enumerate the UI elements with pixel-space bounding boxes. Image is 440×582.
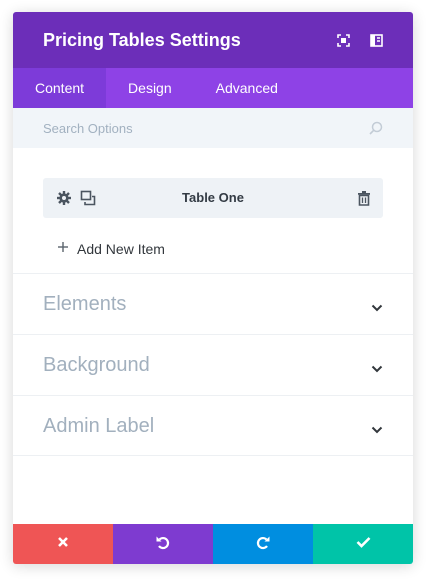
tab-content[interactable]: Content (13, 68, 107, 108)
trash-icon[interactable] (357, 190, 371, 211)
add-new-item-label: Add New Item (77, 241, 165, 257)
cancel-button[interactable] (13, 524, 113, 564)
section-admin-label[interactable]: Admin Label (13, 395, 413, 456)
section-elements[interactable]: Elements (13, 273, 413, 334)
save-button[interactable] (313, 524, 413, 564)
section-label: Elements (43, 293, 127, 315)
search-placeholder: Search Options (43, 121, 133, 136)
chevron-down-icon (371, 299, 383, 317)
section-label: Background (43, 354, 150, 376)
undo-icon (155, 534, 171, 555)
modal-title: Pricing Tables Settings (43, 30, 241, 50)
tab-design[interactable]: Design (106, 68, 194, 108)
section-label: Admin Label (43, 415, 155, 437)
sidebar-icon[interactable] (368, 32, 384, 48)
add-new-item-button[interactable]: Add New Item (57, 240, 165, 258)
search-icon (369, 121, 383, 140)
modal-header: Pricing Tables Settings (13, 12, 413, 68)
chevron-down-icon (371, 360, 383, 378)
plus-icon (57, 240, 69, 258)
tab-bar: Content Design Advanced (13, 68, 413, 108)
redo-icon (255, 534, 271, 555)
check-icon (356, 535, 371, 553)
settings-modal: Pricing Tables Settings Content Design A… (13, 12, 413, 564)
item-title: Table One (182, 190, 244, 205)
redo-button[interactable] (213, 524, 313, 564)
close-icon (57, 535, 69, 553)
undo-button[interactable] (113, 524, 213, 564)
chevron-down-icon (371, 421, 383, 439)
tab-advanced[interactable]: Advanced (194, 68, 300, 108)
action-bar (13, 524, 413, 564)
expand-icon[interactable] (335, 32, 351, 48)
section-background[interactable]: Background (13, 334, 413, 395)
search-input[interactable]: Search Options (13, 108, 413, 148)
list-item[interactable]: Table One (43, 178, 383, 218)
